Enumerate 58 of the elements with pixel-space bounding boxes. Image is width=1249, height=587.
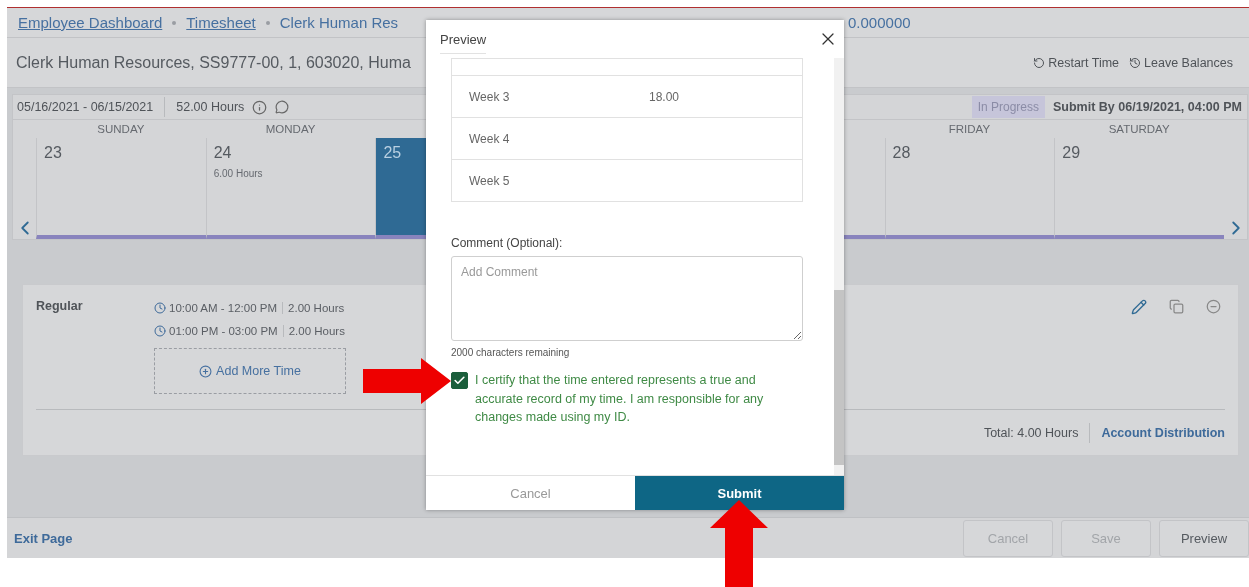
day-hours: 6.00 Hours — [213, 168, 263, 179]
day-number: 24 — [213, 144, 232, 162]
certify-checkbox[interactable] — [451, 372, 468, 389]
week-label: Week 4 — [469, 131, 511, 146]
total-hours: 52.00 Hours — [176, 100, 245, 114]
time-range: 10:00 AM - 12:00 PM — [169, 302, 284, 314]
period-range: 05/16/2021 - 06/15/2021 — [17, 100, 154, 114]
breadcrumb-link[interactable]: Timesheet — [186, 14, 256, 31]
day-number: 25 — [383, 144, 402, 162]
day-number: 23 — [44, 144, 62, 162]
check-icon — [453, 374, 466, 387]
week-hours: 18.00 — [649, 89, 680, 104]
breadcrumb-link[interactable]: Employee Dashboard — [18, 14, 163, 31]
clock-icon — [154, 325, 166, 337]
weekday-label: FRIDAY — [948, 123, 991, 135]
week-label: Week 3 — [469, 89, 511, 104]
submit-button[interactable]: Submit — [635, 476, 844, 510]
header-link[interactable]: Leave Balances — [1129, 55, 1233, 70]
entry-total: Total: 4.00 Hours — [983, 425, 1079, 440]
page-title: Clerk Human Resources, SS9777-00, 1, 603020, Huma — [16, 53, 411, 72]
clock-icon — [154, 302, 166, 314]
day-cell[interactable]: 29 — [1054, 138, 1224, 239]
day-number: 29 — [1062, 144, 1081, 162]
header-link[interactable]: Restart Time — [1033, 55, 1120, 70]
weekday-label: SUNDAY — [97, 123, 145, 135]
info-icon[interactable] — [252, 99, 268, 115]
entry-hours: 2.00 Hours — [287, 325, 345, 337]
edit-icon[interactable] — [1131, 299, 1147, 315]
breadcrumb-link[interactable]: 0.000000 — [844, 14, 1249, 31]
comment-field[interactable]: Add Comment — [451, 256, 803, 341]
copy-icon[interactable] — [1169, 299, 1184, 314]
weekday-label: SATURDAY — [1108, 123, 1170, 135]
status-badge: In Progress — [971, 96, 1045, 118]
day-number: 28 — [892, 144, 911, 162]
deadline-text: Submit By 06/19/2021, 04:00 PM — [1053, 100, 1242, 114]
entry-hours: 2.00 Hours — [287, 302, 345, 314]
footer-button[interactable]: Preview — [1159, 519, 1249, 557]
account-distribution-link[interactable]: Account Distribution — [1101, 425, 1225, 440]
history-icon — [1129, 56, 1142, 69]
characters-remaining: 2000 characters remaining — [451, 347, 571, 358]
dialog-title: Preview — [440, 24, 487, 54]
day-cell[interactable]: 28 — [884, 138, 1055, 239]
add-time-button[interactable]: Add More Time — [154, 348, 346, 394]
restart-icon — [1033, 56, 1046, 69]
cancel-button[interactable]: Cancel — [426, 476, 635, 510]
certify-text: I certify that the time entered represents a true and accurate record of my time. I am responsible for any changes made using my ID. — [475, 372, 765, 426]
week-label: Week 5 — [469, 173, 511, 188]
exit-page-link[interactable]: Exit Page — [14, 530, 73, 546]
remove-icon[interactable] — [1206, 299, 1221, 314]
comment-icon[interactable] — [275, 100, 290, 114]
time-range: 01:00 PM - 03:00 PM — [169, 325, 284, 337]
scrollbar[interactable] — [834, 58, 844, 475]
breadcrumb-link[interactable]: Clerk Human Res — [279, 14, 399, 31]
weekday-label: MONDAY — [265, 123, 316, 135]
day-cell[interactable]: 23 — [36, 138, 206, 239]
entry-type: Regular — [36, 299, 84, 313]
plus-icon — [199, 364, 213, 378]
comment-label: Comment (Optional): — [451, 236, 564, 250]
